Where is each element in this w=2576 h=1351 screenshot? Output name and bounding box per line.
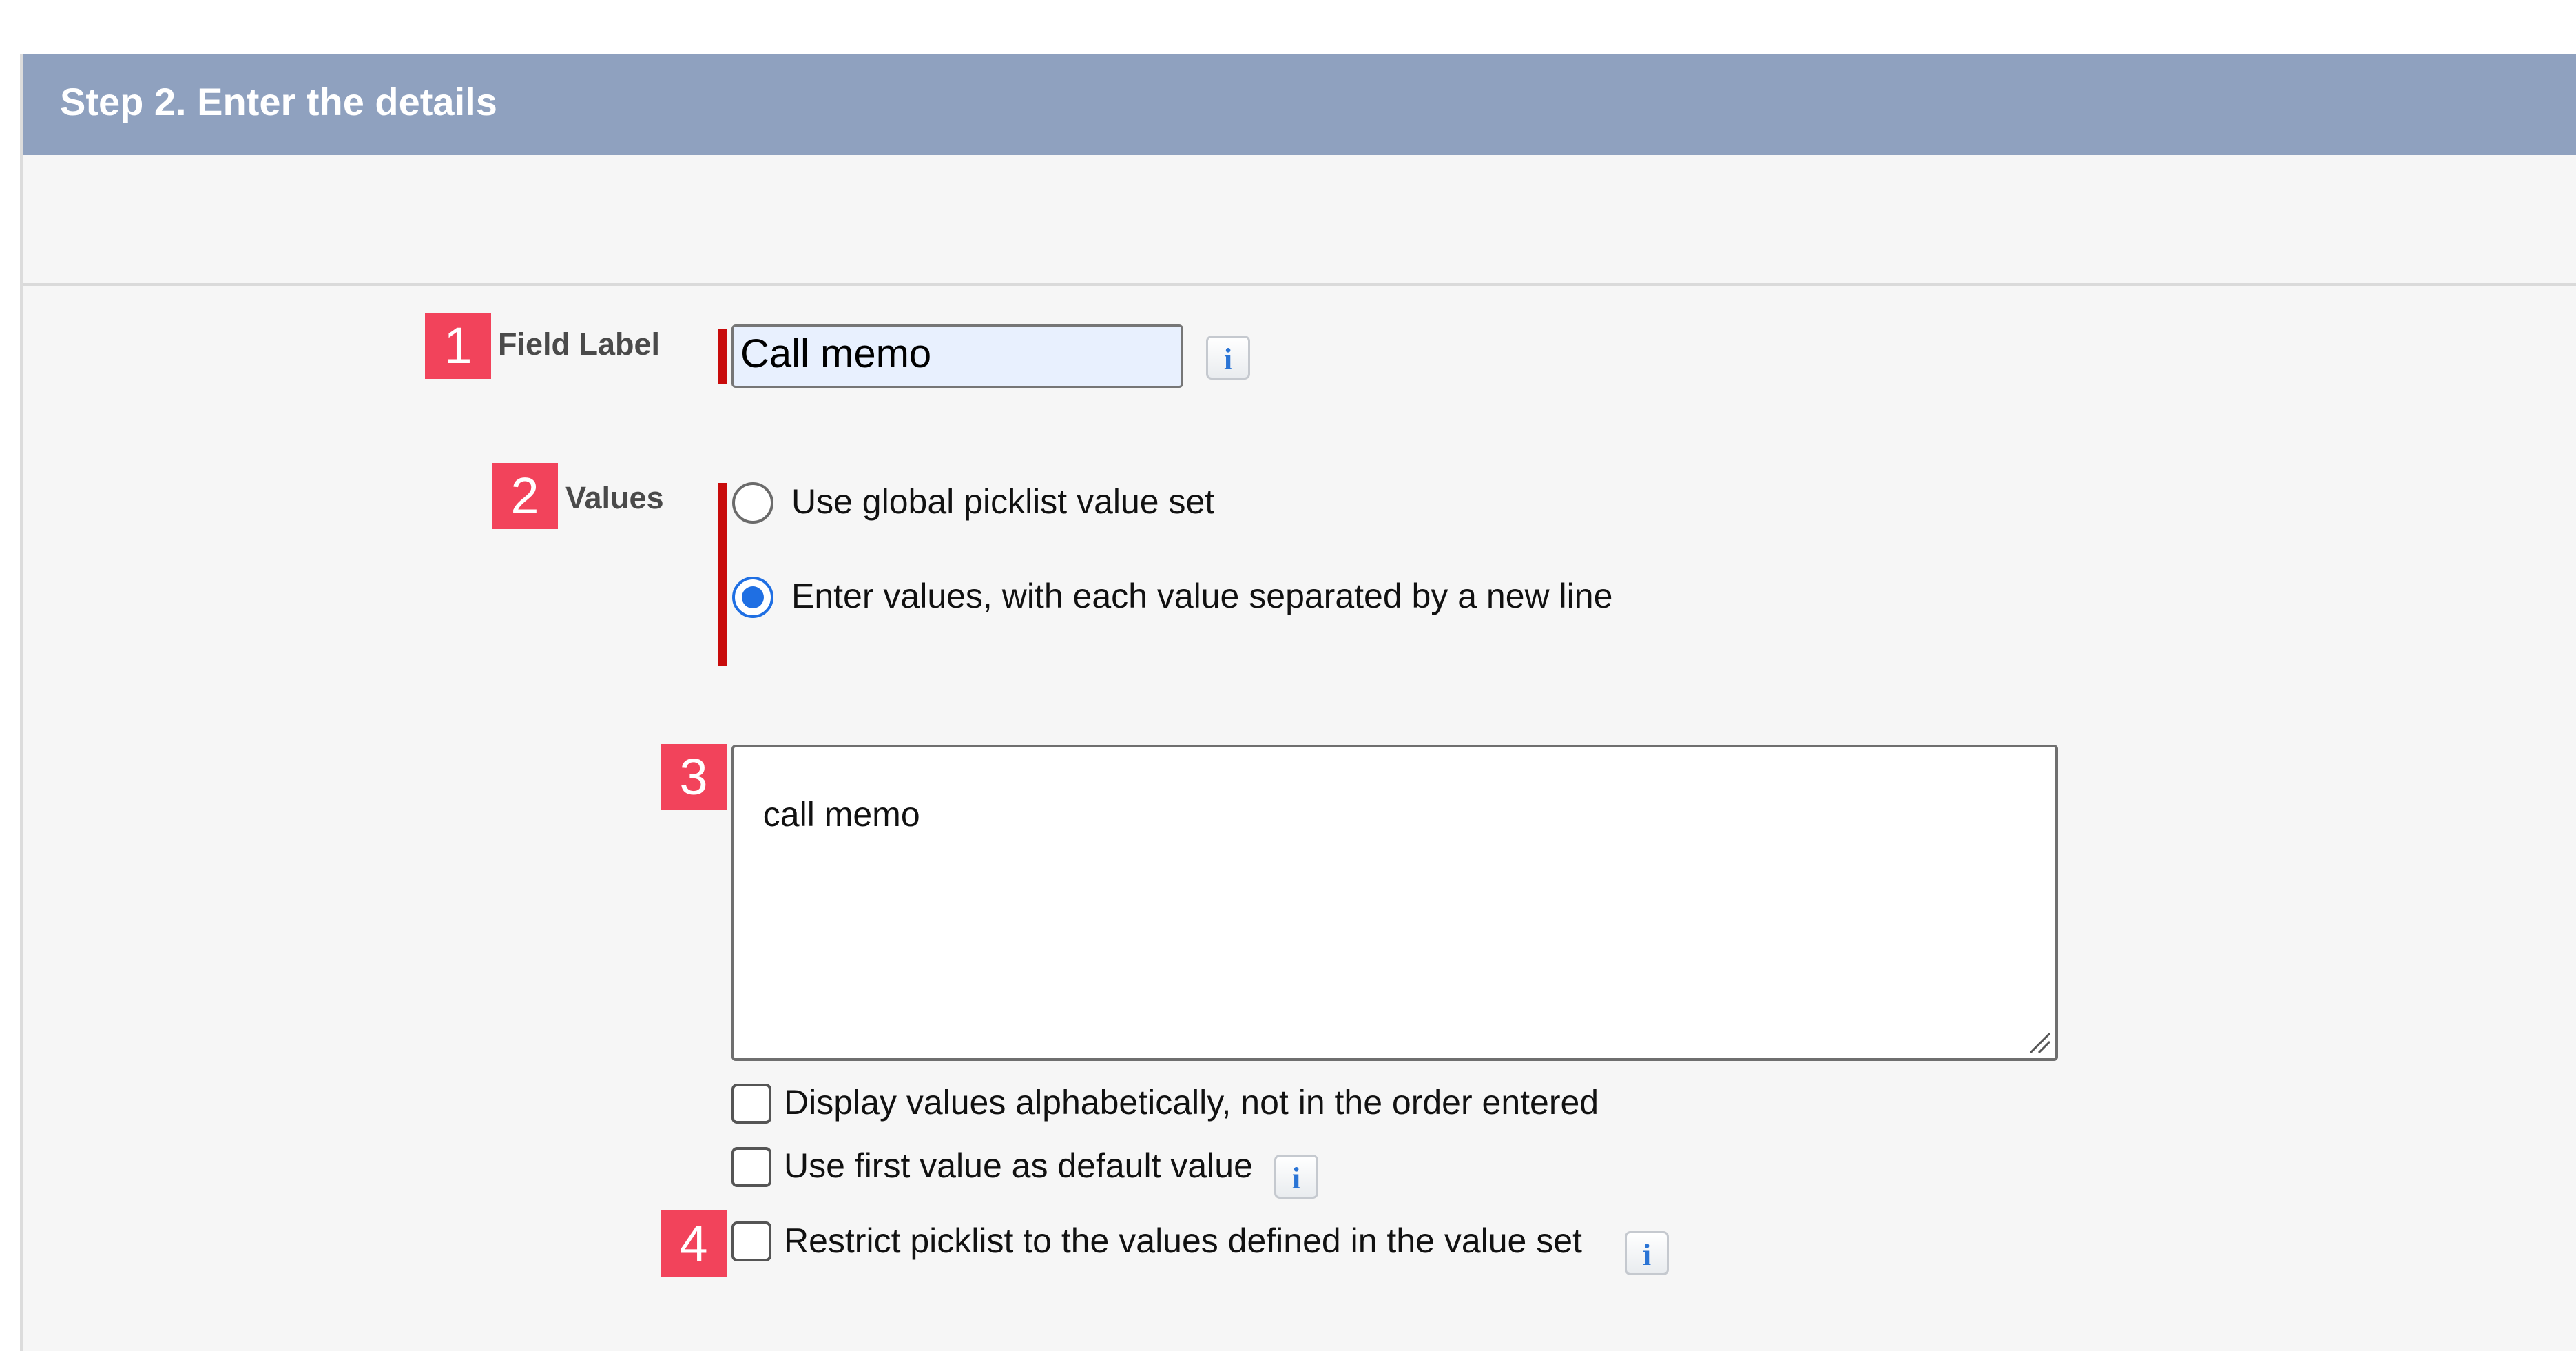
info-icon-glyph: i <box>1223 342 1233 376</box>
badge-2: 2 <box>492 463 558 529</box>
badge-4: 4 <box>661 1210 727 1277</box>
info-icon-glyph: i <box>1642 1238 1652 1272</box>
info-icon[interactable]: i <box>1625 1231 1669 1275</box>
field-label-label: Field Label <box>498 327 661 362</box>
radio-enter-values-label: Enter values, with each value separated … <box>791 577 1613 615</box>
info-icon[interactable]: i <box>1206 336 1250 380</box>
checkbox-sort-alphabetically[interactable] <box>731 1084 771 1124</box>
info-icon-glyph: i <box>1291 1162 1301 1195</box>
radio-global-picklist-label: Use global picklist value set <box>791 482 1215 521</box>
checkbox-restrict-picklist-label: Restrict picklist to the values defined … <box>784 1221 1582 1260</box>
section-header: Step 2. Enter the details <box>23 54 2576 155</box>
radio-global-picklist[interactable] <box>732 482 773 524</box>
checkbox-first-value-default-label: Use first value as default value <box>784 1146 1253 1185</box>
checkbox-restrict-picklist[interactable] <box>731 1221 771 1261</box>
resize-grip-icon[interactable] <box>2028 1031 2051 1054</box>
section-title: Step 2. Enter the details <box>60 80 497 123</box>
checkbox-sort-alphabetically-label: Display values alphabetically, not in th… <box>784 1083 1599 1122</box>
values-textarea-text: call memo <box>762 795 920 834</box>
values-textarea[interactable]: call memo <box>731 745 2058 1061</box>
badge-1: 1 <box>425 313 491 379</box>
values-label: Values <box>565 480 664 515</box>
radio-enter-values[interactable] <box>732 577 773 618</box>
field-label-input[interactable]: Call memo <box>731 324 1183 388</box>
required-indicator <box>718 329 727 384</box>
badge-3: 3 <box>661 744 727 810</box>
required-indicator <box>718 483 727 666</box>
info-icon[interactable]: i <box>1274 1155 1318 1199</box>
divider <box>23 283 2576 286</box>
checkbox-first-value-default[interactable] <box>731 1147 771 1187</box>
